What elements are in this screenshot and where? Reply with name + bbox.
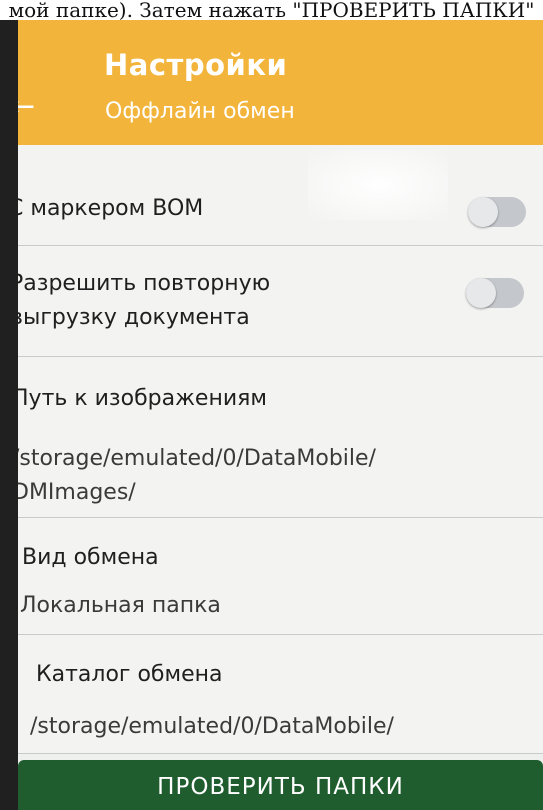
check-folders-button-label: ПРОВЕРИТЬ ПАПКИ: [157, 774, 404, 800]
toggle-knob: [468, 197, 498, 227]
setting-exchange-type-label: Вид обмена: [22, 545, 159, 570]
setting-exchange-type-value: Локальная папка: [20, 593, 221, 618]
setting-images-path[interactable]: Путь к изображениям /storage/emulated/0/…: [18, 357, 543, 518]
setting-allow-reupload-label-2: выгрузку документа: [18, 305, 250, 330]
bom-marker-toggle[interactable]: [468, 197, 526, 227]
setting-images-path-value-1: /storage/emulated/0/DataMobile/: [18, 446, 376, 471]
setting-exchange-folder-label: Каталог обмена: [36, 662, 223, 687]
toggle-knob: [466, 278, 496, 308]
top-caption: мой папке). Затем нажать "ПРОВЕРИТЬ ПАПК…: [0, 0, 543, 20]
arrow-left-icon[interactable]: ←: [18, 92, 40, 122]
page-subtitle: Оффлайн обмен: [105, 99, 295, 124]
settings-screen: ← Настройки Оффлайн обмен С маркером BOM…: [18, 20, 543, 810]
allow-reupload-toggle[interactable]: [466, 278, 524, 308]
setting-bom-marker-label: С маркером BOM: [18, 196, 204, 221]
setting-images-path-label: Путь к изображениям: [18, 386, 267, 411]
setting-allow-reupload[interactable]: Разрешить повторную выгрузку документа: [18, 246, 543, 357]
phone-frame: ← Настройки Оффлайн обмен С маркером BOM…: [0, 20, 543, 810]
setting-images-path-value-2: DMImages/: [18, 480, 136, 505]
setting-exchange-type[interactable]: Вид обмена Локальная папка: [18, 518, 543, 635]
app-bar: ← Настройки Оффлайн обмен: [18, 20, 543, 145]
page-title: Настройки: [104, 48, 288, 82]
check-folders-button[interactable]: ПРОВЕРИТЬ ПАПКИ: [18, 760, 543, 810]
setting-allow-reupload-label-1: Разрешить повторную: [18, 271, 271, 296]
setting-exchange-folder[interactable]: Каталог обмена /storage/emulated/0/DataM…: [18, 635, 543, 754]
setting-bom-marker[interactable]: С маркером BOM: [18, 145, 543, 246]
setting-exchange-folder-value: /storage/emulated/0/DataMobile/: [30, 714, 394, 739]
